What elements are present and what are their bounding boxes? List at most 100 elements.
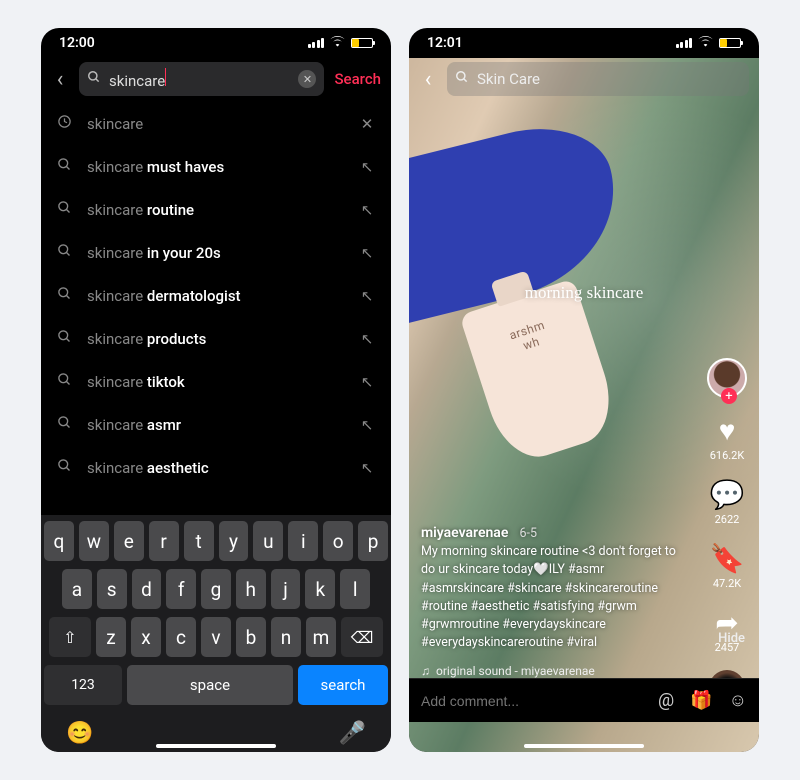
fill-arrow-icon[interactable]: ↖ <box>357 287 377 305</box>
username[interactable]: miyaevarenae <box>421 525 508 541</box>
hide-caption[interactable]: Hide <box>718 631 745 646</box>
key-i[interactable]: i <box>288 521 318 561</box>
comment-count: 2622 <box>715 513 740 526</box>
suggestion-item[interactable]: skincare products ↖ <box>41 317 391 360</box>
back-button[interactable]: ‹ <box>47 67 73 92</box>
wifi-icon <box>698 35 713 51</box>
home-indicator[interactable] <box>524 744 644 748</box>
back-button[interactable]: ‹ <box>415 67 441 92</box>
suggestion-item[interactable]: skincare aesthetic↖ <box>41 446 391 489</box>
key-z[interactable]: z <box>96 617 126 657</box>
suggestion-text: skincare routine <box>87 201 343 219</box>
action-rail: + ♥ 616.2K 💬 2622 🔖 47.2K ➦ 2457 <box>703 358 751 706</box>
key-c[interactable]: c <box>166 617 196 657</box>
save-count: 47.2K <box>713 577 741 590</box>
key-w[interactable]: w <box>79 521 109 561</box>
comment-button[interactable]: 💬 2622 <box>710 478 745 526</box>
clear-icon[interactable]: ✕ <box>298 70 316 88</box>
search-icon <box>55 157 73 176</box>
mention-icon[interactable]: @ <box>658 690 674 711</box>
search-icon <box>55 329 73 348</box>
key-y[interactable]: y <box>219 521 249 561</box>
fill-arrow-icon[interactable]: ↖ <box>357 459 377 477</box>
suggestion-item[interactable]: skincare routine ↖ <box>41 188 391 231</box>
mic-key[interactable]: 🎤 <box>339 721 366 746</box>
search-icon <box>55 200 73 219</box>
signal-icon <box>676 38 693 48</box>
key-t[interactable]: t <box>184 521 214 561</box>
search-icon <box>87 70 101 88</box>
key-backspace[interactable]: ⌫ <box>341 617 383 657</box>
phone-video: 12:01 ‹ Skin Care <box>409 28 759 752</box>
key-v[interactable]: v <box>201 617 231 657</box>
key-u[interactable]: u <box>253 521 283 561</box>
share-button[interactable]: ➦ 2457 <box>715 606 740 654</box>
search-action[interactable]: Search <box>330 70 381 88</box>
like-button[interactable]: ♥ 616.2K <box>710 414 745 462</box>
key-o[interactable]: o <box>323 521 353 561</box>
key-n[interactable]: n <box>271 617 301 657</box>
gift-icon[interactable]: 🎁 <box>690 690 712 711</box>
key-j[interactable]: j <box>271 569 301 609</box>
search-input[interactable]: Skin Care <box>447 62 749 96</box>
battery-icon <box>719 38 741 48</box>
key-b[interactable]: b <box>236 617 266 657</box>
suggestion-item[interactable]: skincare dermatologist↖ <box>41 274 391 317</box>
follow-plus-icon[interactable]: + <box>721 388 737 404</box>
key-shift[interactable]: ⇧ <box>49 617 91 657</box>
key-d[interactable]: d <box>132 569 162 609</box>
suggestion-item[interactable]: skincare ✕ <box>41 102 391 145</box>
caption[interactable]: My morning skincare routine <3 don't for… <box>421 543 689 652</box>
signal-icon <box>308 38 325 48</box>
post-date: 6-5 <box>519 526 537 541</box>
fill-arrow-icon[interactable]: ↖ <box>357 373 377 391</box>
key-a[interactable]: a <box>62 569 92 609</box>
battery-icon <box>351 38 373 48</box>
key-p[interactable]: p <box>358 521 388 561</box>
remove-icon[interactable]: ✕ <box>357 115 377 133</box>
suggestion-item[interactable]: skincare must haves↖ <box>41 145 391 188</box>
home-indicator[interactable] <box>156 744 276 748</box>
key-space[interactable]: space <box>127 665 293 705</box>
key-x[interactable]: x <box>131 617 161 657</box>
fill-arrow-icon[interactable]: ↖ <box>357 158 377 176</box>
like-count: 616.2K <box>710 449 745 462</box>
key-123[interactable]: 123 <box>44 665 122 705</box>
key-r[interactable]: r <box>149 521 179 561</box>
search-value: skincare <box>109 68 290 90</box>
key-q[interactable]: q <box>44 521 74 561</box>
fill-arrow-icon[interactable]: ↖ <box>357 201 377 219</box>
suggestion-text: skincare <box>87 115 343 133</box>
status-indicators <box>308 35 374 51</box>
key-s[interactable]: s <box>97 569 127 609</box>
key-h[interactable]: h <box>236 569 266 609</box>
video-product: arshm wh <box>459 278 623 467</box>
fill-arrow-icon[interactable]: ↖ <box>357 244 377 262</box>
creator-avatar[interactable]: + <box>707 358 747 398</box>
suggestion-item[interactable]: skincare tiktok↖ <box>41 360 391 403</box>
key-e[interactable]: e <box>114 521 144 561</box>
emoji-key[interactable]: 😊 <box>66 721 93 746</box>
key-l[interactable]: l <box>340 569 370 609</box>
comment-input[interactable] <box>421 693 642 709</box>
video-feed[interactable]: ‹ Skin Care arshm wh morning skincare + <box>409 58 759 752</box>
suggestion-text: skincare products <box>87 330 343 348</box>
key-g[interactable]: g <box>201 569 231 609</box>
fill-arrow-icon[interactable]: ↖ <box>357 416 377 434</box>
suggestion-item[interactable]: skincare in your 20s↖ <box>41 231 391 274</box>
key-search[interactable]: search <box>298 665 388 705</box>
search-icon <box>55 458 73 477</box>
fill-arrow-icon[interactable]: ↖ <box>357 330 377 348</box>
sound-track[interactable]: ♫ original sound - miyaevarenae <box>421 664 595 678</box>
search-icon <box>55 243 73 262</box>
key-f[interactable]: f <box>166 569 196 609</box>
emoji-icon[interactable]: ☺ <box>729 690 747 711</box>
save-button[interactable]: 🔖 47.2K <box>710 542 745 590</box>
key-k[interactable]: k <box>305 569 335 609</box>
suggestion-item[interactable]: skincare asmr↖ <box>41 403 391 446</box>
comment-icon: 💬 <box>710 478 745 511</box>
search-input[interactable]: skincare ✕ <box>79 62 324 96</box>
key-m[interactable]: m <box>306 617 336 657</box>
video-overlay-text: morning skincare <box>409 283 759 303</box>
status-bar: 12:01 <box>409 28 759 58</box>
